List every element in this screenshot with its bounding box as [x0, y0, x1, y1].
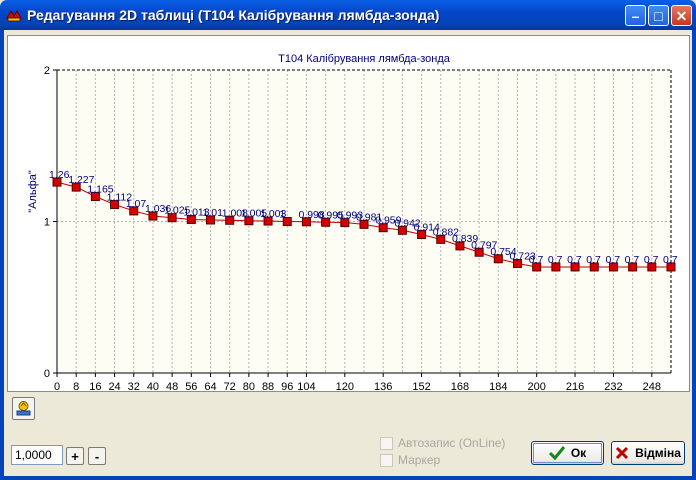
autosave-checkbox-box[interactable]: [380, 436, 393, 450]
data-label: 1,01: [203, 207, 224, 219]
x-tick-label: 104: [297, 381, 315, 391]
window-frame-left: [0, 30, 4, 480]
ok-button-label: Ок: [570, 446, 587, 460]
data-label: 0,7: [625, 254, 640, 266]
window-frame-right: [692, 30, 696, 480]
calibration-chart[interactable]: 0120 8 16 24 32 40 48 56 64 72 80 88 96 104 120 136 152 1…: [8, 36, 689, 391]
x-tick-label: 72: [224, 381, 236, 391]
marker-checkbox-box[interactable]: [380, 453, 393, 467]
y-tick-label: 2: [44, 65, 50, 77]
data-label: 0,7: [567, 254, 582, 266]
data-label: 1,07: [126, 198, 147, 210]
x-tick-label: 136: [374, 381, 392, 391]
chart-title: T104 Калібрування лямбда-зонда: [278, 53, 451, 65]
maximize-button[interactable]: □: [648, 5, 669, 26]
x-tick-label: 8: [73, 381, 79, 391]
chart-settings-button[interactable]: [12, 397, 35, 420]
x-tick-label: 152: [412, 381, 430, 391]
cross-icon: [616, 446, 629, 460]
maximize-icon: □: [654, 7, 663, 24]
window-frame-bottom: [0, 476, 696, 480]
minimize-button[interactable]: –: [625, 5, 646, 26]
y-axis-label: "Альфа": [27, 170, 39, 213]
x-tick-label: 168: [451, 381, 469, 391]
x-tick-label: 248: [643, 381, 661, 391]
marker-checkbox[interactable]: Маркер: [380, 453, 440, 467]
cancel-button[interactable]: Відміна: [611, 441, 685, 465]
value-input[interactable]: 1,0000: [11, 445, 63, 465]
x-tick-label: 40: [147, 381, 159, 391]
ok-button[interactable]: Ок: [531, 441, 604, 465]
x-tick-label: 24: [108, 381, 120, 391]
data-label: 0,7: [663, 254, 678, 266]
close-button[interactable]: ✕: [671, 5, 692, 26]
chart-settings-icon: [16, 401, 31, 416]
decrement-button[interactable]: -: [88, 447, 106, 465]
x-tick-label: 0: [54, 381, 60, 391]
autosave-checkbox[interactable]: Автозапис (OnLine): [380, 436, 505, 450]
cancel-button-label: Відміна: [635, 446, 681, 460]
x-tick-label: 80: [243, 381, 255, 391]
data-label: 0,7: [644, 254, 659, 266]
data-label: 1: [279, 209, 285, 221]
y-tick-label: 0: [44, 368, 50, 380]
x-tick-label: 232: [604, 381, 622, 391]
checkmark-icon: [548, 446, 565, 460]
close-icon: ✕: [675, 7, 688, 24]
x-tick-label: 120: [336, 381, 354, 391]
window-title: Редагування 2D таблиці (T104 Калібруванн…: [27, 7, 440, 23]
minimize-icon: –: [631, 7, 640, 24]
x-tick-label: 88: [262, 381, 274, 391]
increment-button[interactable]: +: [66, 447, 84, 465]
x-tick-label: 200: [528, 381, 546, 391]
x-tick-label: 184: [489, 381, 507, 391]
data-label: 1,26: [49, 169, 70, 181]
title-bar[interactable]: Редагування 2D таблиці (T104 Калібруванн…: [0, 0, 696, 30]
data-label: 0,7: [529, 254, 544, 266]
data-label: 0,7: [586, 254, 601, 266]
data-label: 0,7: [548, 254, 563, 266]
x-tick-label: 216: [566, 381, 584, 391]
y-tick-label: 1: [44, 217, 50, 229]
autosave-label: Автозапис (OnLine): [398, 436, 506, 450]
x-tick-label: 48: [166, 381, 178, 391]
x-tick-label: 32: [128, 381, 140, 391]
app-icon: [6, 10, 22, 22]
x-tick-label: 96: [281, 381, 293, 391]
x-tick-label: 64: [204, 381, 216, 391]
x-tick-label: 56: [185, 381, 197, 391]
x-tick-label: 16: [89, 381, 101, 391]
data-label: 0,7: [605, 254, 620, 266]
marker-label: Маркер: [398, 453, 441, 467]
chart-panel[interactable]: 0 1 2 0 8 16 24 32 40 48 56 64 72 80 88 96 104 120 136 152 1…: [7, 35, 690, 392]
